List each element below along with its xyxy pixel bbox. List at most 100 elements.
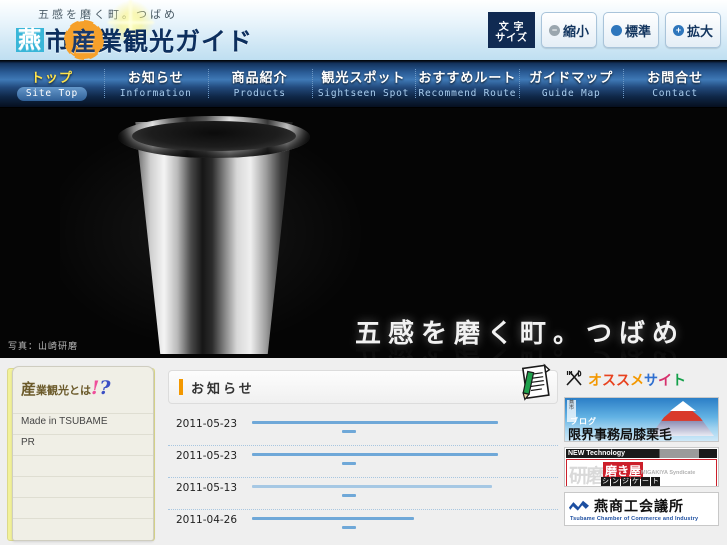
nav-item-sightseeing-spot-en: Sightseen Spot: [317, 88, 410, 99]
reco-char-6: ト: [672, 371, 686, 388]
reco-char-2: ス: [616, 371, 630, 388]
nav-item-products[interactable]: 商品紹介 Products: [207, 60, 312, 107]
news-panel-title: お知らせ: [191, 380, 255, 396]
right-sidebar: オススメサイト 燕市 ブログ 限界事務局膝栗毛 NEW Technology 研…: [564, 358, 727, 545]
notepad-title-question: ?: [99, 377, 111, 399]
syndicate-char: ジ: [621, 477, 630, 486]
news-panel-header: お知らせ: [168, 363, 558, 404]
list-item[interactable]: [13, 455, 153, 476]
tech-banner[interactable]: NEW Technology 研磨 磨き屋 MIGAKIYA Syndicate…: [564, 447, 719, 487]
font-size-label-line2: サイズ: [495, 33, 528, 44]
news-more-link[interactable]: [342, 430, 356, 433]
news-more-link[interactable]: [342, 462, 356, 465]
news-list: 2011-05-23 2011-05-23 2011-05-13 2011-04…: [168, 414, 558, 542]
list-item[interactable]: [13, 476, 153, 497]
logo-tagline: 五感を磨く町。つばめ: [38, 8, 178, 21]
blog-banner-title: 限界事務局膝栗毛: [568, 428, 673, 442]
table-row[interactable]: 2011-04-26: [168, 510, 558, 542]
syndicate-char: ー: [641, 477, 650, 486]
news-date: 2011-04-26: [176, 514, 238, 526]
reco-char-0: オ: [588, 371, 602, 388]
hero-banner: 五感を磨く町。つばめ 五感を磨く町。つばめ 写真：山崎研磨: [0, 108, 727, 358]
list-item[interactable]: Made in TSUBAME: [13, 413, 153, 434]
syndicate-char: ケ: [631, 477, 640, 486]
notepad-title: 産業観光とは!?: [13, 367, 153, 399]
nav-item-recommend-route[interactable]: おすすめルート Recommend Route: [415, 60, 519, 107]
logo-char-san-text: 産: [71, 27, 98, 56]
nav-item-contact-en: Contact: [652, 88, 698, 99]
font-size-label-line1: 文 字: [498, 22, 525, 33]
nav-item-top-jp: トップ: [30, 70, 73, 85]
news-link-group[interactable]: [248, 449, 558, 466]
chamber-banner-subtitle: Tsubame Chamber of Commerce and Industry: [570, 516, 699, 522]
logo-rest: 業観光ガイド: [97, 27, 254, 56]
sangyo-kanko-notepad[interactable]: 産業観光とは!? Made in TSUBAME PR: [4, 366, 156, 541]
syndicate-char: シ: [601, 477, 610, 486]
notepad-title-small: 業観光とは: [36, 384, 92, 397]
news-date: 2011-05-13: [176, 482, 238, 494]
news-title-link[interactable]: [252, 421, 498, 424]
news-more-link[interactable]: [342, 526, 356, 529]
news-link-group[interactable]: [248, 513, 558, 530]
reco-char-1: ス: [602, 371, 616, 388]
font-size-control: 文 字 サイズ − 縮小 標準 + 拡大: [488, 12, 721, 48]
blog-banner[interactable]: 燕市 ブログ 限界事務局膝栗毛: [564, 397, 719, 442]
news-more-link[interactable]: [342, 494, 356, 497]
dot-icon: [610, 24, 622, 36]
logo-char-tsubame: 燕: [16, 25, 44, 53]
memo-pencil-icon: [513, 363, 555, 403]
hero-headline: 五感を磨く町。つばめ: [355, 319, 686, 349]
table-row[interactable]: 2011-05-23: [168, 446, 558, 478]
fork-knife-icon: [564, 368, 584, 391]
font-size-small-label: 縮小: [562, 23, 589, 39]
orange-accent-bar: [179, 379, 183, 395]
nav-item-top[interactable]: トップ Site Top: [0, 60, 104, 107]
recommended-sites-header: オススメサイト: [564, 368, 721, 391]
nav-item-recommend-route-jp: おすすめルート: [418, 70, 517, 85]
list-item[interactable]: [13, 497, 153, 518]
reco-char-3: メ: [630, 371, 644, 388]
font-size-label: 文 字 サイズ: [488, 12, 535, 48]
syndicate-char: ン: [611, 477, 620, 486]
font-size-large-button[interactable]: + 拡大: [664, 12, 721, 48]
news-title-link[interactable]: [252, 485, 492, 488]
tech-banner-top-label: NEW Technology: [566, 449, 717, 458]
recommended-sites-title: オススメサイト: [588, 370, 686, 390]
font-size-normal-label: 標準: [624, 23, 651, 39]
nav-item-guide-map-jp: ガイドマップ: [529, 70, 614, 85]
nav-item-guide-map-en: Guide Map: [541, 88, 601, 99]
news-title-link[interactable]: [252, 453, 498, 456]
left-sidebar: 産業観光とは!? Made in TSUBAME PR: [0, 358, 160, 545]
nav-item-contact-jp: お問合せ: [647, 70, 704, 85]
nav-item-sightseeing-spot[interactable]: 観光スポット Sightseen Spot: [311, 60, 416, 107]
table-row[interactable]: 2011-05-13: [168, 478, 558, 510]
syndicate-char: ト: [651, 477, 660, 486]
font-size-normal-button[interactable]: 標準: [602, 12, 659, 48]
list-item[interactable]: PR: [13, 434, 153, 455]
tech-banner-syndicate-boxes: シ ン ジ ケ ー ト: [601, 477, 660, 486]
news-link-group[interactable]: [248, 417, 558, 434]
reco-char-4: サ: [644, 371, 658, 388]
news-link-group[interactable]: [248, 481, 558, 498]
tech-banner-subtitle: MIGAKIYA Syndicate: [641, 470, 696, 476]
main-navigation: トップ Site Top お知らせ Information 商品紹介 Produ…: [0, 60, 727, 108]
font-size-small-button[interactable]: − 縮小: [540, 12, 597, 48]
logo-char-san: 産: [64, 20, 105, 60]
news-title-link[interactable]: [252, 517, 414, 520]
nav-item-guide-map[interactable]: ガイドマップ Guide Map: [519, 60, 623, 107]
nav-item-products-jp: 商品紹介: [231, 70, 288, 85]
site-logo[interactable]: 五感を磨く町。つばめ 燕 市 産 業観光ガイド: [8, 0, 338, 60]
swallow-logo-icon: [569, 500, 589, 511]
table-row[interactable]: 2011-05-23: [168, 414, 558, 446]
nav-item-information[interactable]: お知らせ Information: [103, 60, 208, 107]
plus-icon: +: [672, 24, 684, 36]
news-section: お知らせ 2011-05-23 2011-05-23 2011-05-13 20…: [160, 358, 564, 545]
chamber-of-commerce-banner[interactable]: 燕商工会議所 Tsubame Chamber of Commerce and I…: [564, 492, 719, 526]
nav-item-information-en: Information: [119, 88, 192, 99]
nav-item-sightseeing-spot-jp: 観光スポット: [321, 70, 406, 85]
notepad-line-list: Made in TSUBAME PR: [13, 413, 153, 539]
nav-item-recommend-route-en: Recommend Route: [418, 88, 517, 99]
list-item[interactable]: [13, 518, 153, 539]
nav-item-contact[interactable]: お問合せ Contact: [623, 60, 727, 107]
site-header: 五感を磨く町。つばめ 燕 市 産 業観光ガイド 文 字 サイズ − 縮小 標準 …: [0, 0, 727, 60]
